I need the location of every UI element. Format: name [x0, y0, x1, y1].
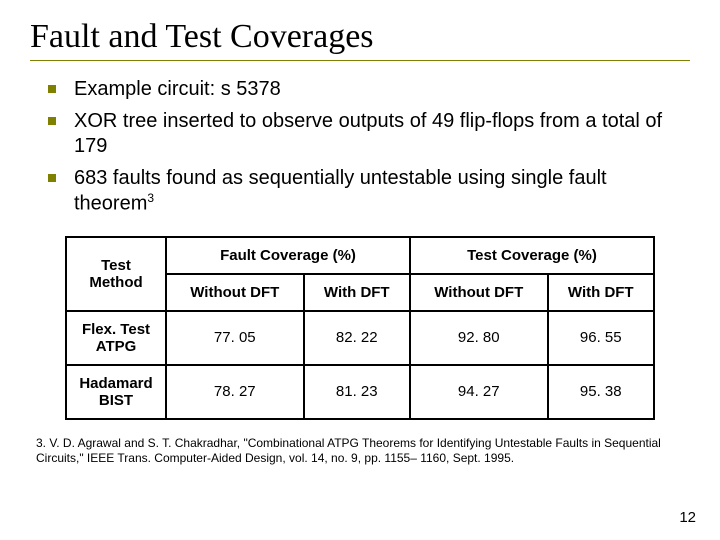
table-row: Hadamard BIST 78. 27 81. 23 94. 27 95. 3… — [66, 365, 654, 419]
bullet-list: Example circuit: s 5378 XOR tree inserte… — [30, 77, 690, 218]
subcol: With DFT — [304, 274, 410, 311]
bullet-item: Example circuit: s 5378 — [44, 77, 680, 103]
subcol: Without DFT — [410, 274, 548, 311]
slide: Fault and Test Coverages Example circuit… — [0, 0, 720, 540]
page-title: Fault and Test Coverages — [30, 18, 690, 56]
subcol: Without DFT — [166, 274, 304, 311]
row-name: Flex. Test ATPG — [66, 311, 166, 365]
cell: 94. 27 — [410, 365, 548, 419]
row-name: Hadamard BIST — [66, 365, 166, 419]
footnote: 3. V. D. Agrawal and S. T. Chakradhar, "… — [36, 436, 684, 467]
page-number: 12 — [679, 509, 696, 526]
title-rule — [30, 60, 690, 61]
cell: 81. 23 — [304, 365, 410, 419]
coverage-table: Test Method Fault Coverage (%) Test Cove… — [65, 236, 655, 420]
cell: 82. 22 — [304, 311, 410, 365]
cell: 92. 80 — [410, 311, 548, 365]
table-row: Flex. Test ATPG 77. 05 82. 22 92. 80 96.… — [66, 311, 654, 365]
footnote-ref: 3 — [147, 191, 154, 205]
col-test-coverage: Test Coverage (%) — [410, 237, 654, 274]
cell: 95. 38 — [548, 365, 654, 419]
cell: 77. 05 — [166, 311, 304, 365]
col-fault-coverage: Fault Coverage (%) — [166, 237, 410, 274]
table-header-row: Test Method Fault Coverage (%) Test Cove… — [66, 237, 654, 274]
bullet-item: 683 faults found as sequentially untesta… — [44, 166, 680, 218]
cell: 96. 55 — [548, 311, 654, 365]
cell: 78. 27 — [166, 365, 304, 419]
subcol: With DFT — [548, 274, 654, 311]
bullet-item: XOR tree inserted to observe outputs of … — [44, 109, 680, 160]
col-method: Test Method — [66, 237, 166, 311]
